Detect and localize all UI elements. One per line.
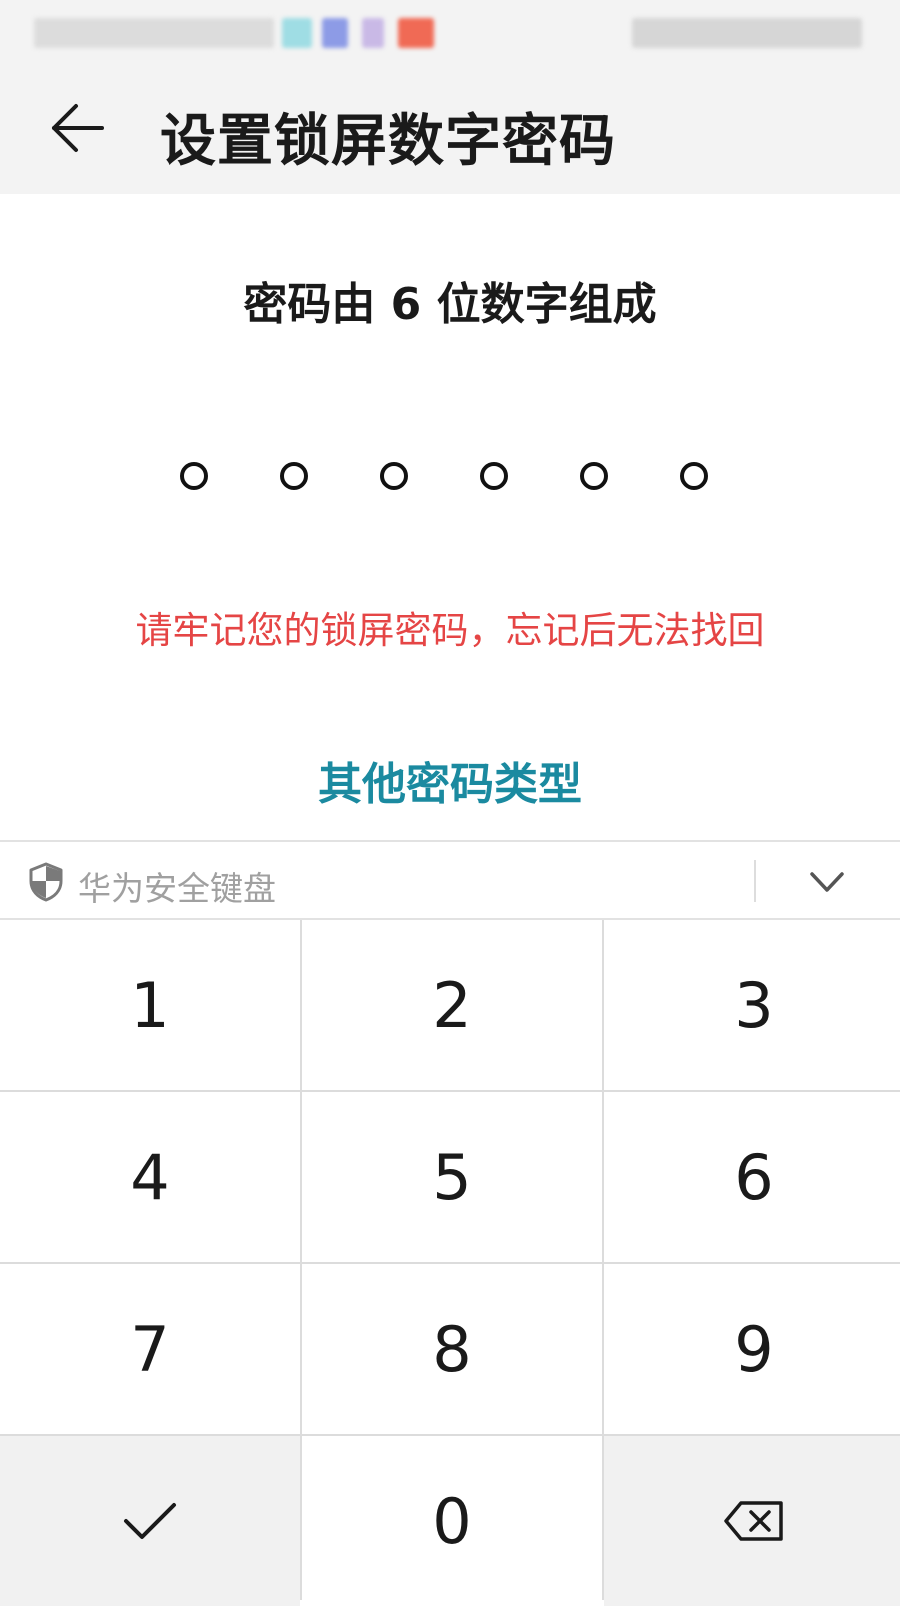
other-password-types-link[interactable]: 其他密码类型	[0, 748, 900, 812]
key-5[interactable]: 5	[302, 1092, 602, 1262]
pin-dot	[580, 462, 608, 490]
status-icon-blurred	[322, 18, 348, 48]
key-4[interactable]: 4	[0, 1092, 300, 1262]
key-2[interactable]: 2	[302, 920, 602, 1090]
status-icon-blurred	[398, 18, 434, 48]
key-3[interactable]: 3	[604, 920, 900, 1090]
backspace-icon	[724, 1501, 783, 1541]
shield-icon	[29, 862, 63, 902]
status-bar-right-blurred	[632, 18, 862, 48]
pin-dots	[180, 462, 720, 502]
pin-instruction: 密码由 6 位数字组成	[243, 279, 657, 330]
delete-key[interactable]	[604, 1436, 900, 1606]
warning-text: 请牢记您的锁屏密码，忘记后无法找回	[135, 609, 765, 652]
confirm-key[interactable]	[0, 1436, 300, 1606]
key-7[interactable]: 7	[0, 1264, 300, 1434]
chevron-down-icon[interactable]	[806, 864, 848, 900]
arrow-left-icon[interactable]	[48, 98, 108, 158]
pin-dot	[680, 462, 708, 490]
status-bar-blurred-info	[34, 18, 274, 48]
keyboard-toolbar: 华为安全键盘	[0, 840, 900, 920]
status-icon-blurred	[362, 18, 384, 48]
page-title: 设置锁屏数字密码	[160, 109, 616, 174]
pin-dot	[180, 462, 208, 490]
key-0[interactable]: 0	[302, 1436, 602, 1606]
numeric-keypad: 1 2 3 4 5 6 7 8 9 0	[0, 920, 900, 1606]
divider	[754, 860, 756, 902]
pin-dot	[380, 462, 408, 490]
key-8[interactable]: 8	[302, 1264, 602, 1434]
key-6[interactable]: 6	[604, 1092, 900, 1262]
keyboard-label: 华为安全键盘	[78, 869, 276, 908]
pin-dot	[280, 462, 308, 490]
key-9[interactable]: 9	[604, 1264, 900, 1434]
status-bar	[0, 0, 900, 60]
key-1[interactable]: 1	[0, 920, 300, 1090]
app-header: 设置锁屏数字密码	[0, 60, 900, 194]
check-icon	[124, 1503, 176, 1539]
status-icon-blurred	[282, 18, 312, 48]
pin-dot	[480, 462, 508, 490]
